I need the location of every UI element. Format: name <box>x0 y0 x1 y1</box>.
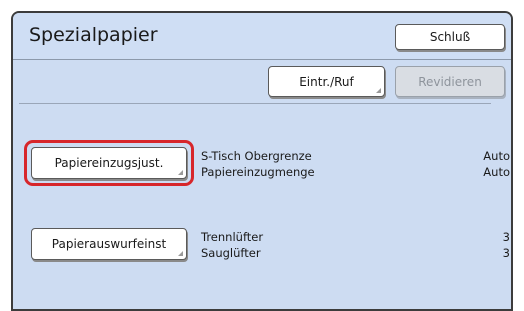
feed-setting-label: Papiereinzugmenge <box>201 165 315 179</box>
feed-setting-value: Auto <box>483 149 510 163</box>
entry-recall-button-label: Eintr./Ruf <box>299 74 354 89</box>
feed-setting-value: Auto <box>483 165 510 179</box>
eject-setting-value: 3 <box>502 246 510 260</box>
eject-fine-button[interactable]: Papierauswurfeinst <box>31 228 187 260</box>
revise-button[interactable]: Revidieren <box>395 66 505 97</box>
eject-setting-label: Trennlüfter <box>201 230 264 244</box>
feed-setting-label: S-Tisch Obergrenze <box>201 149 312 163</box>
corner-indicator-icon <box>376 88 381 93</box>
eject-setting-value: 3 <box>502 230 510 244</box>
close-button[interactable]: Schluß <box>395 24 505 50</box>
page-title: Spezialpapier <box>29 24 158 46</box>
eject-fine-button-label: Papierauswurfeinst <box>51 237 167 251</box>
entry-recall-button[interactable]: Eintr./Ruf <box>268 66 385 97</box>
divider <box>19 103 491 104</box>
feed-adjust-button[interactable]: Papiereinzugsjust. <box>31 147 187 179</box>
corner-indicator-icon <box>178 251 183 256</box>
feed-adjust-button-label: Papiereinzugsjust. <box>54 156 164 170</box>
eject-setting-label: Sauglüfter <box>201 246 261 260</box>
close-button-label: Schluß <box>429 30 471 44</box>
corner-indicator-icon <box>178 170 183 175</box>
revise-button-label: Revidieren <box>418 74 482 89</box>
